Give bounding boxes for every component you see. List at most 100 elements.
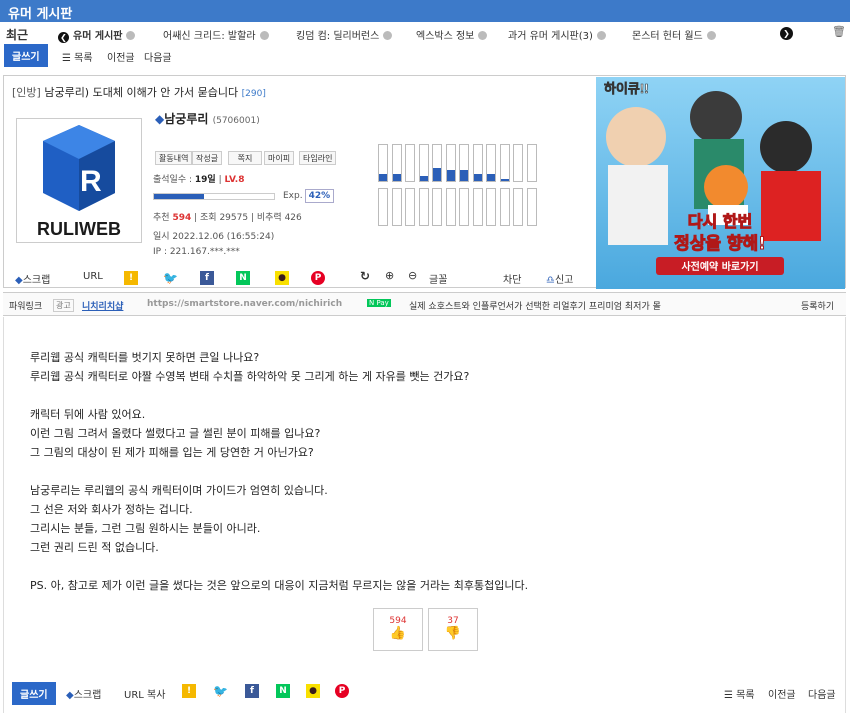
advertiser-link[interactable]: 니치리치샵	[82, 299, 123, 312]
activity-bar	[432, 144, 442, 182]
close-icon[interactable]	[383, 31, 393, 40]
naver-icon[interactable]: N	[276, 684, 290, 698]
write-button-bottom[interactable]: 글쓰기	[12, 682, 56, 705]
body-line: 그 그림의 대상이 된 제가 피해를 입는 게 당연한 거 아닌가요?	[30, 446, 314, 459]
next-post-button[interactable]: 다음글	[144, 49, 172, 64]
scrap-button-bottom[interactable]: ◆스크랩	[66, 686, 101, 701]
posts-button[interactable]: 작성글	[192, 151, 223, 165]
share-bar: ◆스크랩 URL ! 🐦 f N ● P ↻ ⊕ ⊖ 글꼴 차단 ♎신고	[3, 266, 595, 288]
body-line: 그 선은 저와 회사가 정하는 겁니다.	[30, 503, 193, 516]
timeline-button[interactable]: 타임라인	[299, 151, 337, 165]
back-icon: ❮	[58, 32, 69, 43]
activity-bar	[418, 144, 429, 182]
recent-tab[interactable]: 킹덤 컴: 딜리버런스	[296, 27, 393, 42]
list-button[interactable]: ☰ 목록	[62, 49, 93, 64]
post-stats: 추천 594 | 조회 29575 | 비추력 426	[153, 213, 302, 223]
recent-tab[interactable]: 과거 유머 게시판(3)	[508, 27, 606, 42]
logo-text: RULIWEB	[37, 219, 121, 239]
register-link[interactable]: 등록하기	[801, 299, 834, 312]
message-button[interactable]: 쪽지	[228, 151, 262, 165]
downvote-button[interactable]: 37 👎	[428, 608, 478, 651]
body-line	[30, 557, 830, 576]
zoom-in-icon[interactable]: ⊕	[385, 269, 394, 282]
close-icon[interactable]	[478, 31, 488, 40]
twitter-icon[interactable]: 🐦	[163, 271, 178, 285]
trash-icon[interactable]: 🗑	[832, 25, 846, 38]
url-button[interactable]: URL	[83, 271, 103, 282]
list-icon: ☰	[62, 53, 71, 64]
thumbs-down-icon: 👎	[444, 626, 462, 641]
kakao-icon[interactable]: ●	[306, 684, 320, 698]
ruliweb-icon: ◆	[155, 112, 165, 126]
activity-bar-empty	[405, 188, 415, 226]
author-name[interactable]: ◆남궁루리 (5706001)	[155, 110, 260, 127]
font-button[interactable]: 글꼴	[429, 271, 447, 286]
exp-text: Exp. 42%	[281, 189, 335, 203]
level-badge: LV.8	[224, 175, 245, 185]
board-title: 유머 게시판	[0, 0, 850, 22]
close-icon[interactable]	[126, 31, 136, 40]
next-post-button-bottom[interactable]: 다음글	[808, 686, 836, 701]
avatar: R RULIWEB	[16, 118, 142, 243]
activity-bar-empty	[445, 188, 456, 226]
powerlink-ad: 파워링크 광고 니치리치샵 https://smartstore.naver.c…	[3, 292, 846, 316]
activity-bar-empty	[513, 188, 523, 226]
naver-icon[interactable]: N	[236, 271, 250, 285]
recent-tab[interactable]: 어쌔신 크리드: 발할라	[163, 27, 269, 42]
activity-bar	[405, 144, 415, 182]
body-line: 캐릭터 뒤에 사람 있어요.	[30, 408, 146, 421]
activity-bar	[445, 144, 456, 182]
kakao-icon[interactable]: ●	[275, 271, 289, 285]
body-line: 루리웹 공식 캐릭터를 벗기지 못하면 큰일 나나요?	[30, 351, 260, 364]
activity-bar	[459, 144, 469, 182]
body-line	[30, 386, 830, 405]
top-toolbar: 글쓰기 ☰ 목록 이전글 다음글	[0, 44, 850, 67]
upvote-button[interactable]: 594 👍	[373, 608, 423, 651]
pinterest-icon[interactable]: P	[311, 271, 325, 285]
activity-graph	[378, 144, 542, 229]
write-button[interactable]: 글쓰기	[4, 44, 48, 67]
mypi-button[interactable]: 마이피	[264, 151, 295, 165]
comment-count[interactable]: [290]	[242, 89, 266, 99]
exp-bar	[153, 193, 275, 200]
recent-tab-active[interactable]: ❮ 유머 게시판	[58, 27, 136, 43]
recent-tab[interactable]: 엑스박스 정보	[416, 27, 488, 42]
activity-bar-empty	[459, 188, 469, 226]
facebook-icon[interactable]: f	[200, 271, 214, 285]
activity-bar	[378, 144, 388, 182]
ad-cta: 사전예약 바로가기	[681, 260, 758, 273]
facebook-icon[interactable]: f	[245, 684, 259, 698]
advertiser-url[interactable]: https://smartstore.naver.com/nichirich	[147, 299, 342, 309]
activity-bar	[486, 144, 496, 182]
activity-bar	[526, 144, 537, 182]
ad-tag: 광고	[53, 299, 74, 312]
prev-post-button-bottom[interactable]: 이전글	[768, 686, 796, 701]
zoom-out-icon[interactable]: ⊖	[408, 269, 417, 282]
list-icon: ☰	[724, 690, 733, 701]
report-button[interactable]: ♎신고	[546, 271, 573, 286]
recent-tab[interactable]: 몬스터 헌터 월드	[632, 27, 716, 42]
pinterest-icon[interactable]: P	[335, 684, 349, 698]
block-button[interactable]: 차단	[503, 271, 521, 286]
post-body: 루리웹 공식 캐릭터를 벗기지 못하면 큰일 나나요? 루리웹 공식 캐릭터로 야…	[30, 348, 830, 595]
share-icon[interactable]: !	[182, 684, 196, 698]
prev-post-button[interactable]: 이전글	[107, 49, 135, 64]
close-icon[interactable]	[259, 31, 269, 40]
activity-bar	[499, 144, 510, 182]
twitter-icon[interactable]: 🐦	[213, 684, 228, 698]
ad-description[interactable]: 실제 쇼호스트와 인플루언서가 선택한 리얼후기 프리미엄 최저가 몰	[409, 299, 661, 312]
scrap-button[interactable]: ◆스크랩	[15, 271, 50, 286]
ad-banner[interactable]: 하이큐!! 다시 한번 정상을 향해! 사전예약 바로가기	[596, 77, 845, 289]
share-icon[interactable]: !	[124, 271, 138, 285]
body-line: 그리시는 분들, 그런 그림 원하시는 분들이 아니라.	[30, 522, 261, 535]
activity-bar-empty	[499, 188, 510, 226]
close-icon[interactable]	[706, 31, 716, 40]
url-copy-button[interactable]: URL 복사	[124, 686, 165, 701]
close-icon[interactable]	[596, 31, 606, 40]
refresh-icon[interactable]: ↻	[360, 269, 370, 283]
next-tabs-icon[interactable]: ❯	[780, 27, 797, 40]
activity-bar-empty	[418, 188, 429, 226]
list-button-bottom[interactable]: ☰ 목록	[724, 686, 755, 701]
activity-button[interactable]: 활동내역	[155, 151, 193, 165]
svg-text:R: R	[80, 165, 102, 198]
